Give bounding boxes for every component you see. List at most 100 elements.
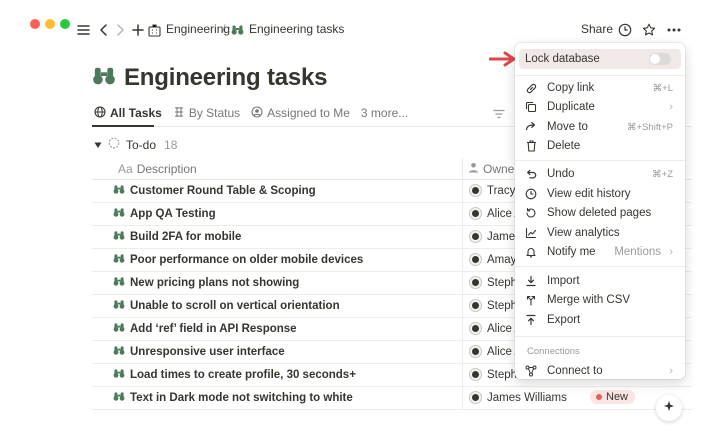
undo-item[interactable]: Undo ⌘+Z [519, 164, 681, 184]
connect-to-label: Connect to [547, 365, 603, 377]
column-owner[interactable]: Owner [468, 162, 518, 176]
window-minimize-button[interactable] [45, 19, 55, 29]
view-analytics-item[interactable]: View analytics [519, 223, 681, 243]
duplicate-icon [524, 100, 538, 114]
connections-header: Connections [527, 346, 580, 357]
status-badge[interactable]: New [590, 390, 636, 404]
copy-link-shortcut: ⌘+L [652, 82, 673, 94]
more-options-icon[interactable] [667, 21, 681, 39]
move-to-item[interactable]: Move to ⌘+Shift+P [519, 117, 681, 137]
page-title-text[interactable]: Engineering tasks [124, 64, 328, 92]
share-button[interactable]: Share [581, 22, 613, 36]
group-label: To-do [126, 137, 157, 152]
avatar [469, 207, 482, 220]
binoculars-icon [113, 391, 125, 405]
lock-database-label: Lock database [525, 53, 600, 65]
binoculars-icon [113, 184, 125, 198]
tab-by-status[interactable]: By Status [173, 104, 240, 122]
todo-status-icon [108, 137, 120, 152]
table-row[interactable]: Text in Dark mode not switching to white… [92, 387, 692, 410]
export-item[interactable]: Export [519, 310, 681, 330]
lock-database-toggle[interactable] [649, 53, 671, 65]
window-zoom-button[interactable] [60, 19, 70, 29]
filter-icon[interactable] [493, 106, 505, 124]
lock-database-item[interactable]: Lock database [519, 49, 681, 69]
task-owner: James Williams [487, 391, 567, 404]
import-item[interactable]: Import [519, 271, 681, 291]
status-icon [173, 106, 185, 121]
active-tab-indicator [92, 125, 154, 127]
avatar [469, 391, 482, 404]
tab-more-views[interactable]: 3 more... [361, 104, 408, 122]
task-name[interactable]: Text in Dark mode not switching to white [130, 392, 353, 404]
connect-to-item[interactable]: Connect to › [519, 361, 681, 379]
task-name[interactable]: Build 2FA for mobile [130, 231, 241, 243]
favorite-star-icon[interactable] [642, 21, 656, 39]
task-name[interactable]: Load times to create profile, 30 seconds… [130, 369, 356, 381]
delete-item[interactable]: Delete [519, 136, 681, 156]
restore-icon [524, 206, 538, 220]
back-arrow-icon[interactable] [99, 21, 108, 39]
breadcrumb-parent[interactable]: Engineering [166, 22, 230, 36]
view-tabs: All Tasks By Status Assigned to Me 3 mor… [94, 104, 419, 122]
page-title: Engineering tasks [92, 64, 328, 92]
trash-icon [524, 139, 538, 153]
binoculars-icon [113, 345, 125, 359]
red-arrow-icon [488, 51, 517, 72]
chevron-right-icon: › [669, 365, 673, 377]
avatar [469, 322, 482, 335]
avatar [469, 184, 482, 197]
task-name[interactable]: Customer Round Table & Scoping [130, 185, 316, 197]
status-label: New [606, 391, 629, 403]
move-to-shortcut: ⌘+Shift+P [627, 121, 673, 133]
task-name[interactable]: New pricing plans not showing [130, 277, 299, 289]
delete-label: Delete [547, 140, 581, 152]
binoculars-icon [113, 253, 125, 267]
task-name[interactable]: Poor performance on older mobile devices [130, 254, 363, 266]
avatar [469, 368, 482, 381]
view-edit-history-item[interactable]: View edit history [519, 184, 681, 204]
task-name[interactable]: App QA Testing [130, 208, 216, 220]
tab-all-tasks[interactable]: All Tasks [94, 104, 162, 122]
import-label: Import [547, 275, 580, 287]
tab-all-tasks-label: All Tasks [110, 106, 162, 120]
text-property-icon: Aa [118, 162, 133, 176]
sidebar-menu-icon[interactable] [77, 21, 90, 39]
task-name[interactable]: Unresponsive user interface [130, 346, 285, 358]
group-header-todo[interactable]: To-do 18 [94, 137, 177, 152]
breadcrumb-current[interactable]: Engineering tasks [249, 22, 344, 36]
new-page-plus-icon[interactable] [132, 21, 144, 39]
binoculars-icon [113, 299, 125, 313]
sparkle-icon [663, 399, 675, 417]
task-name[interactable]: Unable to scroll on vertical orientation [130, 300, 340, 312]
database-options-menu: Lock database Copy link ⌘+L Duplicate › … [515, 43, 685, 379]
history-clock-icon[interactable] [618, 21, 632, 39]
task-name[interactable]: Add ‘ref’ field in API Response [130, 323, 297, 335]
column-description[interactable]: Aa Description [118, 162, 197, 176]
merge-with-csv-item[interactable]: Merge with CSV [519, 290, 681, 310]
binoculars-icon [113, 207, 125, 221]
export-icon [524, 313, 538, 327]
forward-arrow-icon[interactable] [116, 21, 125, 39]
breadcrumb-separator: / [222, 22, 226, 36]
undo-shortcut: ⌘+Z [652, 168, 673, 180]
view-analytics-label: View analytics [547, 227, 620, 239]
copy-link-item[interactable]: Copy link ⌘+L [519, 78, 681, 98]
notify-me-item[interactable]: Notify me Mentions › [519, 242, 681, 262]
collapse-triangle-icon[interactable] [94, 138, 102, 152]
column-description-label: Description [136, 162, 197, 176]
import-icon [524, 274, 538, 288]
show-deleted-pages-item[interactable]: Show deleted pages [519, 203, 681, 223]
duplicate-label: Duplicate [547, 101, 595, 113]
globe-icon [94, 105, 106, 121]
ai-sparkle-button[interactable] [656, 395, 682, 421]
notify-me-value: Mentions [614, 246, 661, 258]
view-edit-history-label: View edit history [547, 188, 631, 200]
avatar [469, 276, 482, 289]
menu-divider [515, 266, 685, 267]
binoculars-icon [113, 368, 125, 382]
notify-me-label: Notify me [547, 246, 596, 258]
window-close-button[interactable] [30, 19, 40, 29]
duplicate-item[interactable]: Duplicate › [519, 97, 681, 117]
tab-assigned-to-me[interactable]: Assigned to Me [251, 104, 350, 122]
